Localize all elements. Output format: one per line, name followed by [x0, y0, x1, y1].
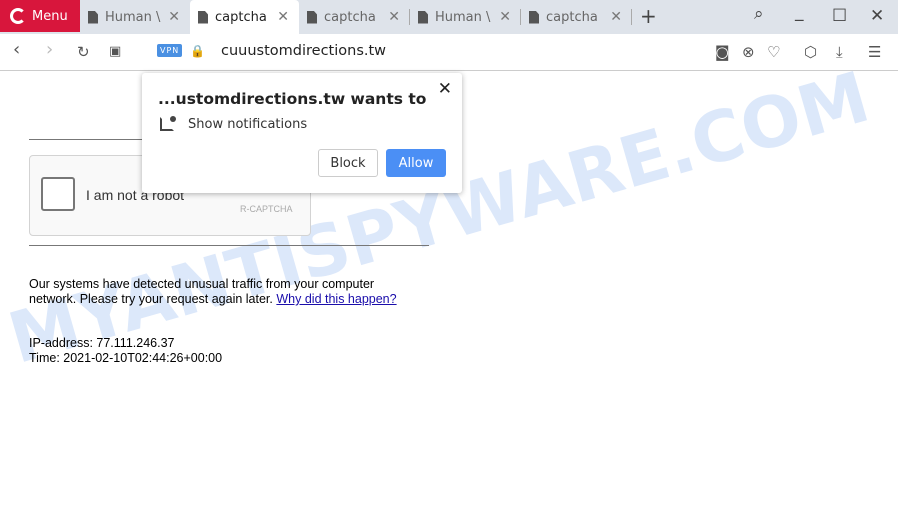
page-icon [198, 10, 208, 24]
tab-label: Human \ [105, 9, 161, 25]
reload-icon[interactable]: ↻ [77, 43, 90, 61]
ip-address: IP-address: 77.111.246.37 [29, 336, 175, 350]
download-icon[interactable]: ⤓ [836, 43, 843, 61]
tab-bar: Menu Human \ ✕ captcha ✕ captcha ✕ Human \ ✕… [0, 0, 898, 34]
opera-logo-icon [10, 8, 26, 24]
page-icon [418, 10, 428, 24]
tabs-grid-icon[interactable]: ▣ [109, 44, 121, 59]
page-icon [529, 10, 539, 24]
notification-dot-icon [170, 116, 176, 122]
timestamp: Time: 2021-02-10T02:44:26+00:00 [29, 351, 223, 365]
settings-sliders-icon[interactable]: ☰ [868, 43, 881, 61]
close-tab-icon[interactable]: ✕ [388, 9, 400, 25]
page-icon [88, 10, 98, 24]
menu-label: Menu [32, 8, 68, 24]
close-icon[interactable]: ✕ [438, 79, 452, 99]
minimize-icon[interactable]: _ [795, 2, 804, 22]
popup-title: ...ustomdirections.tw wants to [158, 90, 427, 108]
menu-button[interactable]: Menu [0, 0, 80, 32]
new-tab-icon[interactable]: + [640, 4, 657, 28]
address-bar: ‹ › ↻ ▣ VPN 🔒 cuuustomdirections.tw ◙ ⊗ … [0, 34, 898, 71]
adblock-icon[interactable]: ⊗ [742, 43, 755, 61]
notification-permission-popup: ...ustomdirections.tw wants to ✕ Show no… [142, 73, 462, 193]
block-button[interactable]: Block [318, 149, 378, 177]
tab-label: captcha [215, 9, 267, 25]
cube-icon[interactable]: ⬡ [804, 43, 817, 61]
forward-icon[interactable]: › [46, 39, 53, 60]
tab-label: captcha [324, 9, 376, 25]
permission-label: Show notifications [188, 117, 308, 132]
back-icon[interactable]: ‹ [13, 39, 20, 60]
tab-captcha-active[interactable]: captcha ✕ [190, 0, 299, 34]
tab-separator [631, 9, 632, 25]
url-field[interactable]: cuuustomdirections.tw [221, 43, 386, 59]
tab-captcha-2[interactable]: captcha ✕ [299, 0, 410, 34]
search-icon[interactable]: ⌕ [754, 4, 764, 24]
tab-label: Human \ [435, 9, 491, 25]
tab-label: captcha [546, 9, 598, 25]
vpn-badge[interactable]: VPN [157, 44, 183, 57]
close-tab-icon[interactable]: ✕ [499, 9, 511, 25]
captcha-checkbox[interactable] [41, 177, 75, 211]
tab-human-1[interactable]: Human \ ✕ [80, 0, 190, 34]
why-link[interactable]: Why did this happen? [276, 292, 396, 306]
tab-human-2[interactable]: Human \ ✕ [410, 0, 521, 34]
camera-icon[interactable]: ◙ [715, 43, 730, 61]
close-tab-icon[interactable]: ✕ [610, 9, 622, 25]
close-tab-icon[interactable]: ✕ [168, 9, 180, 25]
divider [29, 245, 429, 246]
details: IP-address: 77.111.246.37 Time: 2021-02-… [29, 336, 222, 366]
message-line-1: Our systems have detected unusual traffi… [29, 277, 375, 291]
close-window-icon[interactable]: ✕ [870, 6, 884, 26]
maximize-icon[interactable]: ☐ [832, 6, 847, 26]
captcha-brand: R-CAPTCHA [240, 204, 293, 214]
allow-button[interactable]: Allow [386, 149, 446, 177]
message: Our systems have detected unusual traffi… [29, 277, 397, 307]
heart-icon[interactable]: ♡ [767, 43, 780, 61]
message-line-2: network. Please try your request again l… [29, 292, 273, 306]
lock-icon[interactable]: 🔒 [190, 44, 205, 58]
page-icon [307, 10, 317, 24]
close-tab-icon[interactable]: ✕ [277, 9, 289, 25]
tab-captcha-3[interactable]: captcha ✕ [521, 0, 632, 34]
